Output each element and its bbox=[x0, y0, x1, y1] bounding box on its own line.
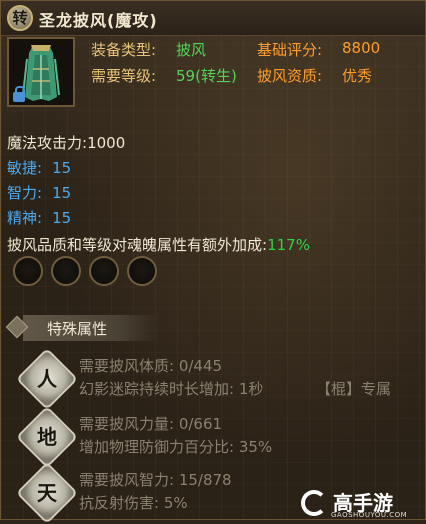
stat-label: 魔法攻击力: bbox=[7, 134, 88, 152]
gem-socket[interactable] bbox=[89, 256, 119, 286]
special-attribute-row: 地 需要披风力量: 0/661 增加物理防御力百分比: 35% bbox=[1, 405, 425, 469]
tooltip-title-bar: 转 圣龙披风(魔攻) bbox=[1, 1, 425, 36]
ren-badge-icon: 人 bbox=[37, 367, 57, 391]
gem-socket[interactable] bbox=[127, 256, 157, 286]
stat-row: 智力: 15 bbox=[7, 182, 71, 203]
quality-label: 披风资质: bbox=[257, 67, 323, 85]
stat-label: 精神: bbox=[7, 209, 43, 227]
quality-bonus-value: 117% bbox=[267, 236, 310, 254]
special-attributes-header: 特殊属性 bbox=[5, 313, 159, 343]
equip-type-label: 装备类型: bbox=[91, 41, 157, 59]
score-label: 基础评分: bbox=[257, 41, 323, 59]
stat-value: 1000 bbox=[87, 134, 126, 152]
stat-label: 敏捷: bbox=[7, 159, 43, 177]
item-icon-frame[interactable] bbox=[7, 37, 75, 107]
quality-bonus-line: 披风品质和等级对魂魄属性有额外加成:117% bbox=[7, 234, 310, 255]
quality-bonus-text: 披风品质和等级对魂魄属性有额外加成: bbox=[7, 236, 268, 254]
equip-type-value: 披风 bbox=[176, 41, 207, 59]
stat-row: 敏捷: 15 bbox=[7, 157, 71, 178]
special-requirement: 需要披风智力: 15/878 bbox=[79, 471, 232, 489]
stat-value: 15 bbox=[52, 159, 72, 177]
special-requirement: 需要披风体质: 0/445 bbox=[79, 357, 223, 375]
special-requirement: 需要披风力量: 0/661 bbox=[79, 415, 223, 433]
lock-icon bbox=[13, 86, 25, 102]
item-name: 圣龙披风(魔攻) bbox=[39, 11, 158, 30]
stat-value: 15 bbox=[52, 209, 72, 227]
section-title: 特殊属性 bbox=[47, 320, 108, 338]
item-tooltip-panel: 转 圣龙披风(魔攻) 装备类型: 披风 基础评分: 8800 需要等级: 59(… bbox=[0, 0, 426, 524]
watermark-logo: 高手游 GAOSHOUYOU.COM bbox=[301, 489, 425, 521]
special-effect: 幻影迷踪持续时长增加: 1秒 bbox=[79, 380, 264, 398]
rebirth-badge: 转 bbox=[7, 5, 33, 31]
special-effect: 增加物理防御力百分比: 35% bbox=[79, 438, 273, 456]
tian-badge-icon: 天 bbox=[37, 481, 57, 505]
exclusive-tag: 【棍】专属 bbox=[316, 380, 392, 398]
gem-socket[interactable] bbox=[13, 256, 43, 286]
stat-value: 15 bbox=[52, 184, 72, 202]
watermark-url: GAOSHOUYOU.COM bbox=[331, 511, 408, 519]
stat-label: 智力: bbox=[7, 184, 43, 202]
stat-row: 魔法攻击力:1000 bbox=[7, 132, 125, 153]
gem-socket[interactable] bbox=[51, 256, 81, 286]
level-value: 59(转生) bbox=[176, 67, 237, 85]
level-label: 需要等级: bbox=[91, 67, 157, 85]
g-logo-icon bbox=[301, 490, 327, 516]
quality-value: 优秀 bbox=[342, 67, 373, 85]
special-effect: 抗反射伤害: 5% bbox=[79, 494, 188, 512]
di-badge-icon: 地 bbox=[37, 425, 57, 449]
score-value: 8800 bbox=[342, 39, 381, 57]
special-attribute-row: 人 需要披风体质: 0/445 幻影迷踪持续时长增加: 1秒 【棍】专属 bbox=[1, 347, 425, 411]
stat-row: 精神: 15 bbox=[7, 207, 71, 228]
